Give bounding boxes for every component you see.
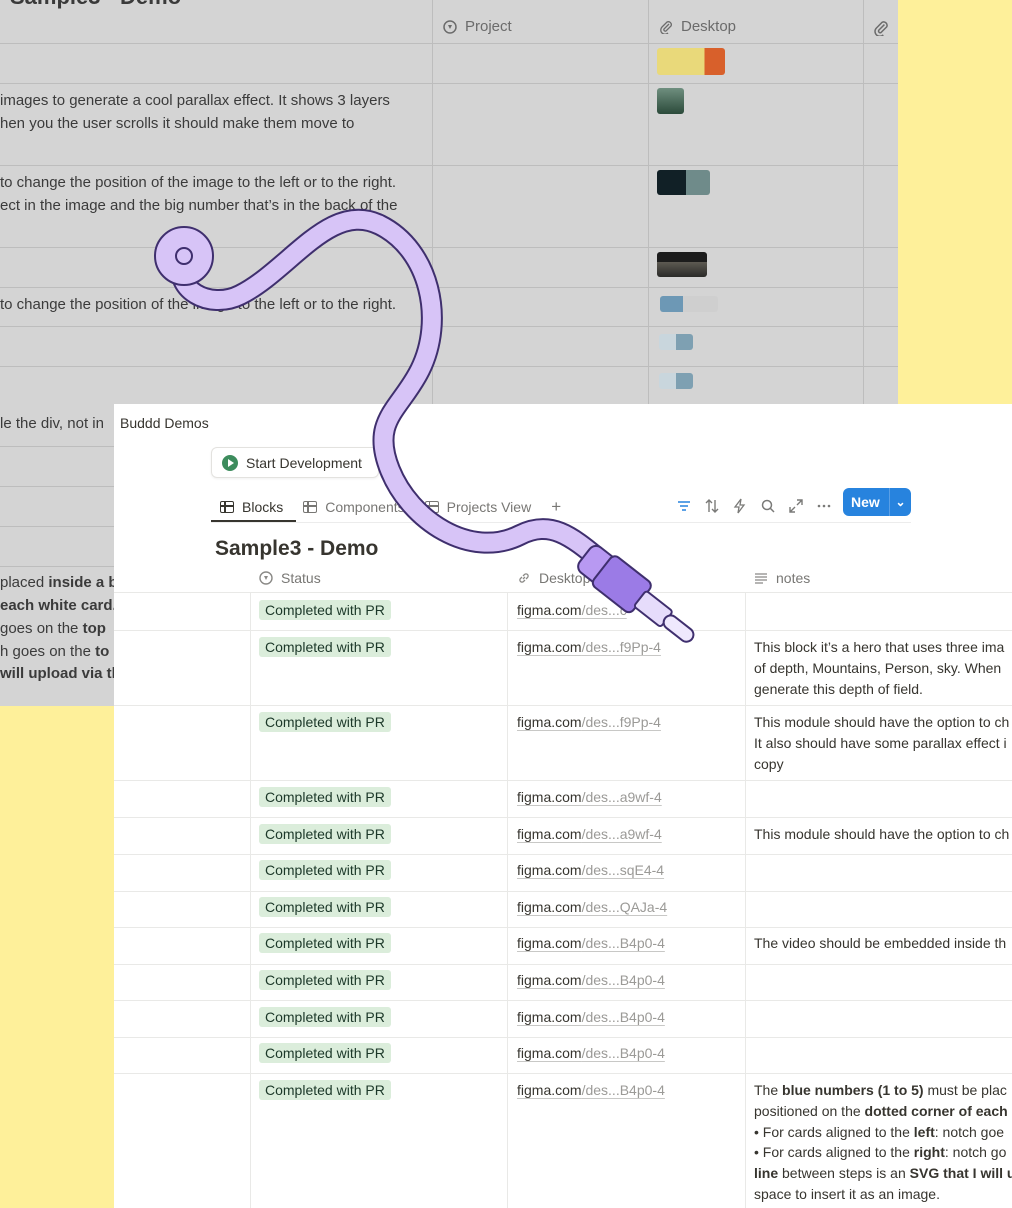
desktop-column-header[interactable]: Desktop: [517, 570, 590, 586]
table-icon: [220, 501, 234, 513]
notes-line: copy: [754, 755, 784, 772]
background-note-line: images to generate a cool parallax effec…: [0, 92, 390, 109]
background-project-column-header: Project: [443, 18, 512, 35]
play-icon: [222, 454, 238, 471]
figma-link[interactable]: figma.com/des...f9Pp-4: [517, 639, 661, 655]
workspace-breadcrumb[interactable]: Buddd Demos: [120, 415, 209, 431]
notes-line: This block it’s a hero that uses three i…: [754, 639, 1005, 655]
tab-components[interactable]: Components: [293, 492, 414, 522]
background-note-line: le the div, not in: [0, 415, 104, 432]
figma-link[interactable]: figma.com/des...B4p0-4: [517, 1009, 665, 1025]
text-lines-icon: [755, 573, 767, 584]
desktop-thumbnail[interactable]: [657, 252, 707, 277]
desktop-thumbnail[interactable]: [657, 48, 725, 75]
tab-projects-view[interactable]: Projects View: [415, 492, 542, 522]
status-badge[interactable]: Completed with PR: [259, 600, 391, 620]
add-view-button[interactable]: +: [541, 492, 571, 522]
notes-cell[interactable]: This module should have the option to ch…: [754, 712, 1009, 774]
expand-icon[interactable]: [788, 498, 804, 514]
figma-link[interactable]: figma.com/des...a9wf-4: [517, 826, 662, 842]
notes-line: This module should have the option to ch: [754, 826, 1010, 842]
desktop-thumbnail[interactable]: [657, 88, 684, 114]
background-desktop-column-header: Desktop: [659, 18, 736, 35]
status-badge[interactable]: Completed with PR: [259, 637, 391, 657]
lightning-icon[interactable]: [732, 498, 748, 514]
status-badge[interactable]: Completed with PR: [259, 712, 391, 732]
desktop-thumbnail[interactable]: [657, 170, 710, 195]
desktop-thumbnail[interactable]: [659, 373, 693, 389]
foreground-database-window: Buddd Demos Start Development Blocks Com…: [114, 404, 1012, 1208]
background-rich-line: goes on the top: [0, 620, 106, 637]
status-badge[interactable]: Completed with PR: [259, 1007, 391, 1027]
status-badge[interactable]: Completed with PR: [259, 787, 391, 807]
background-rich-line: each white card.: [0, 597, 117, 614]
status-column-header[interactable]: Status: [259, 570, 321, 586]
background-note-line: to change the position of the image to t…: [0, 174, 397, 191]
figma-link[interactable]: figma.com/des...B4p0-4: [517, 1082, 665, 1098]
notes-line: This module should have the option to ch: [754, 714, 1010, 730]
notes-line: The video should be embedded inside th: [754, 935, 1007, 951]
background-note-line: to change the position of the image to t…: [0, 296, 397, 313]
notes-line: The blue numbers (1 to 5) must be plac: [754, 1082, 1007, 1098]
figma-link[interactable]: figma.com/des...a9wf-4: [517, 789, 662, 805]
new-button[interactable]: New ⌄: [843, 488, 911, 516]
chevron-down-icon[interactable]: ⌄: [890, 495, 911, 509]
table-icon: [303, 501, 318, 513]
status-badge[interactable]: Completed with PR: [259, 860, 391, 880]
background-note-line: ect in the image and the big number that…: [0, 197, 398, 214]
status-badge[interactable]: Completed with PR: [259, 933, 391, 953]
figma-link[interactable]: figma.com/des...c: [517, 602, 627, 618]
database-toolbar: [676, 492, 832, 520]
status-circle-icon: [259, 571, 273, 585]
start-development-button[interactable]: Start Development: [211, 447, 379, 478]
desktop-thumbnail[interactable]: [660, 296, 718, 312]
status-badge[interactable]: Completed with PR: [259, 1080, 391, 1100]
figma-link[interactable]: figma.com/des...f9Pp-4: [517, 714, 661, 730]
tab-blocks[interactable]: Blocks: [210, 492, 293, 522]
link-icon: [519, 573, 529, 583]
table-icon: [424, 501, 439, 513]
status-badge[interactable]: Completed with PR: [259, 897, 391, 917]
notes-line: space to insert it as an image.: [754, 1185, 940, 1202]
filter-icon[interactable]: [676, 498, 692, 514]
notes-cell[interactable]: This block it’s a hero that uses three i…: [754, 637, 1004, 699]
background-rich-line: will upload via th: [0, 665, 121, 682]
status-badge[interactable]: Completed with PR: [259, 824, 391, 844]
notes-column-header[interactable]: notes: [754, 570, 810, 586]
notes-cell[interactable]: The video should be embedded inside th: [754, 933, 1006, 954]
status-badge[interactable]: Completed with PR: [259, 1043, 391, 1063]
sort-icon[interactable]: [704, 498, 720, 514]
database-title: Sample3 - Demo: [215, 537, 379, 560]
tab-divider: [211, 522, 911, 523]
background-page-title: Sample3 - Demo: [10, 0, 181, 10]
notes-cell[interactable]: This module should have the option to ch: [754, 824, 1009, 845]
view-tabs: Blocks Components Projects View +: [210, 492, 571, 522]
notes-line: It also should have some parallax effect…: [754, 734, 1007, 751]
status-circle-icon: [443, 19, 457, 34]
notes-line: of depth, Mountains, Person, sky. When: [754, 659, 1002, 676]
background-rich-line: h goes on the to: [0, 643, 110, 660]
figma-link[interactable]: figma.com/des...sqE4-4: [517, 862, 664, 878]
more-options-icon[interactable]: [816, 498, 832, 514]
figma-link[interactable]: figma.com/des...B4p0-4: [517, 1045, 665, 1061]
figma-link[interactable]: figma.com/des...B4p0-4: [517, 935, 665, 951]
background-note-line: hen you the user scrolls it should make …: [0, 115, 355, 132]
notes-line: positioned on the dotted corner of each: [754, 1102, 1008, 1119]
status-badge[interactable]: Completed with PR: [259, 970, 391, 990]
notes-line: • For cards aligned to the right: notch …: [754, 1144, 1007, 1161]
notes-cell-rich[interactable]: The blue numbers (1 to 5) must be plac po…: [754, 1080, 1012, 1205]
notes-line: line between steps is an SVG that I will…: [754, 1165, 1012, 1182]
desktop-thumbnail[interactable]: [659, 334, 693, 350]
paperclip-icon: [874, 21, 888, 36]
figma-link[interactable]: figma.com/des...B4p0-4: [517, 972, 665, 988]
notes-line: generate this depth of field.: [754, 680, 923, 697]
figma-link[interactable]: figma.com/des...QAJa-4: [517, 899, 667, 915]
paperclip-icon: [660, 20, 672, 34]
notes-line: • For cards aligned to the left: notch g…: [754, 1123, 1005, 1140]
search-icon[interactable]: [760, 498, 776, 514]
background-rich-line: placed inside a b: [0, 574, 118, 591]
